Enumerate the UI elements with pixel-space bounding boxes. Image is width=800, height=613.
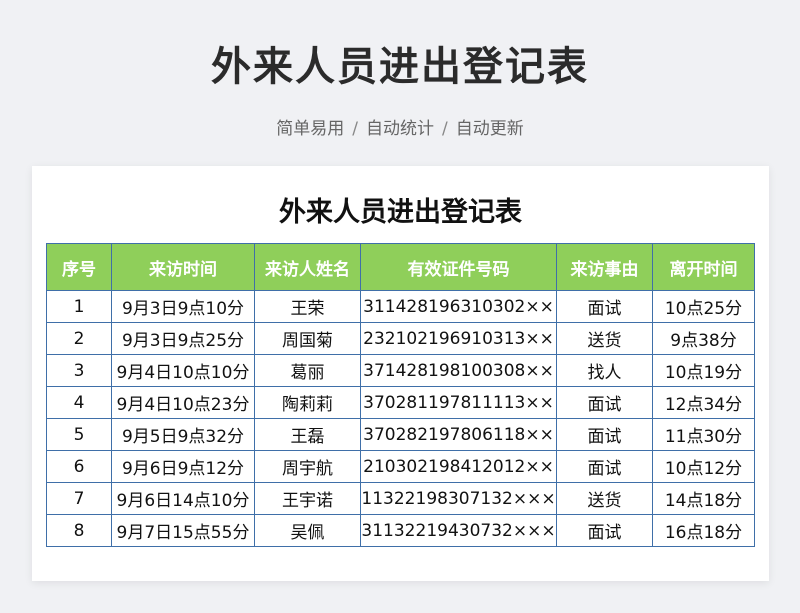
cell-visitor-name: 陶莉莉 [254, 386, 361, 419]
cell-index: 5 [46, 418, 112, 451]
cell-visitor-name: 周国菊 [254, 322, 361, 355]
cell-id-number: 210302198412012×× [360, 450, 557, 483]
cell-id-number: 371428198100308×× [360, 354, 557, 387]
cell-id-number: 232102196910313×× [360, 322, 557, 355]
cell-leave-time: 12点34分 [652, 386, 755, 419]
cell-visitor-name: 葛丽 [254, 354, 361, 387]
cell-reason: 面试 [556, 450, 653, 483]
cell-visit-time: 9月3日9点25分 [111, 322, 255, 355]
table-row: 5 9月5日9点32分 王磊 370282197806118×× 面试 11点3… [46, 418, 755, 451]
subtitle-item-2: 自动统计 [366, 119, 434, 139]
cell-index: 3 [46, 354, 112, 387]
cell-leave-time: 9点38分 [652, 322, 755, 355]
cell-visitor-name: 王磊 [254, 418, 361, 451]
column-header-index: 序号 [46, 243, 112, 291]
cell-leave-time: 11点30分 [652, 418, 755, 451]
cell-visitor-name: 王宇诺 [254, 482, 361, 515]
cell-id-number: 311428196310302×× [360, 290, 557, 323]
document-card: 外来人员进出登记表 序号 来访时间 来访人姓名 有效证件号码 来访事由 离开时间… [32, 166, 769, 581]
cell-leave-time: 10点12分 [652, 450, 755, 483]
visitor-log-table: 序号 来访时间 来访人姓名 有效证件号码 来访事由 离开时间 1 9月3日9点1… [46, 243, 755, 547]
cell-leave-time: 10点19分 [652, 354, 755, 387]
cell-visitor-name: 周宇航 [254, 450, 361, 483]
cell-reason: 面试 [556, 290, 653, 323]
cell-index: 4 [46, 386, 112, 419]
document-title: 外来人员进出登记表 [279, 197, 522, 228]
cell-visit-time: 9月6日9点12分 [111, 450, 255, 483]
table-row: 2 9月3日9点25分 周国菊 232102196910313×× 送货 9点3… [46, 322, 755, 355]
cell-visit-time: 9月5日9点32分 [111, 418, 255, 451]
table-row: 6 9月6日9点12分 周宇航 210302198412012×× 面试 10点… [46, 450, 755, 483]
cell-index: 6 [46, 450, 112, 483]
cell-visit-time: 9月3日9点10分 [111, 290, 255, 323]
table-header-row: 序号 来访时间 来访人姓名 有效证件号码 来访事由 离开时间 [46, 243, 755, 291]
cell-reason: 面试 [556, 514, 653, 547]
subtitle-separator: / [442, 119, 448, 139]
cell-reason: 找人 [556, 354, 653, 387]
cell-visit-time: 9月4日10点23分 [111, 386, 255, 419]
table-row: 1 9月3日9点10分 王荣 311428196310302×× 面试 10点2… [46, 290, 755, 323]
subtitle: 简单易用 / 自动统计 / 自动更新 [0, 114, 800, 139]
cell-id-number: 31132219430732××× [360, 514, 557, 547]
subtitle-separator: / [352, 119, 358, 139]
cell-leave-time: 16点18分 [652, 514, 755, 547]
cell-visitor-name: 王荣 [254, 290, 361, 323]
cell-visit-time: 9月7日15点55分 [111, 514, 255, 547]
column-header-reason: 来访事由 [556, 243, 653, 291]
cell-id-number: 370282197806118×× [360, 418, 557, 451]
cell-reason: 送货 [556, 322, 653, 355]
cell-visit-time: 9月4日10点10分 [111, 354, 255, 387]
cell-visit-time: 9月6日14点10分 [111, 482, 255, 515]
table-row: 8 9月7日15点55分 吴佩 31132219430732××× 面试 16点… [46, 514, 755, 547]
column-header-visitor-name: 来访人姓名 [254, 243, 361, 291]
subtitle-item-3: 自动更新 [455, 119, 524, 139]
table-row: 3 9月4日10点10分 葛丽 371428198100308×× 找人 10点… [46, 354, 755, 387]
cell-index: 1 [46, 290, 112, 323]
subtitle-item-1: 简单易用 [276, 119, 345, 139]
cell-reason: 送货 [556, 482, 653, 515]
cell-leave-time: 14点18分 [652, 482, 755, 515]
page-title: 外来人员进出登记表 [211, 44, 589, 90]
cell-reason: 面试 [556, 386, 653, 419]
column-header-visit-time: 来访时间 [111, 243, 255, 291]
table-row: 4 9月4日10点23分 陶莉莉 370281197811113×× 面试 12… [46, 386, 755, 419]
table-row: 7 9月6日14点10分 王宇诺 11322198307132××× 送货 14… [46, 482, 755, 515]
column-header-id-number: 有效证件号码 [360, 243, 557, 291]
cell-reason: 面试 [556, 418, 653, 451]
cell-id-number: 370281197811113×× [360, 386, 557, 419]
cell-visitor-name: 吴佩 [254, 514, 361, 547]
cell-id-number: 11322198307132××× [360, 482, 557, 515]
column-header-leave-time: 离开时间 [652, 243, 755, 291]
cell-leave-time: 10点25分 [652, 290, 755, 323]
cell-index: 7 [46, 482, 112, 515]
cell-index: 8 [46, 514, 112, 547]
cell-index: 2 [46, 322, 112, 355]
